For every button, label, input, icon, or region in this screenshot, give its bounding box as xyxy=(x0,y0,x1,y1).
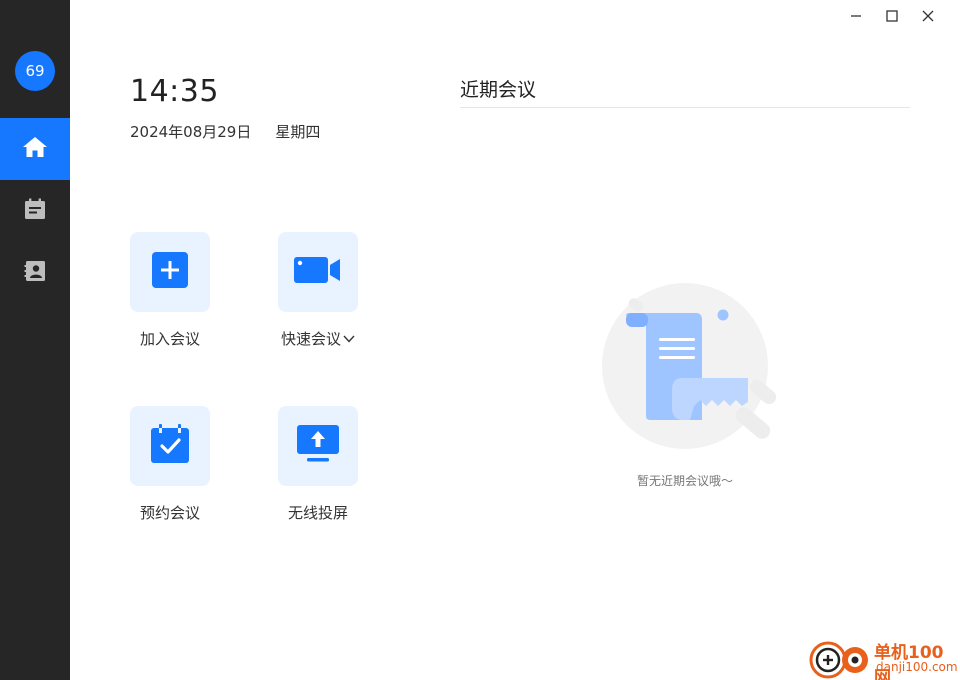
plus-icon xyxy=(152,252,188,292)
date-row: 2024年08月29日 星期四 xyxy=(130,121,320,142)
video-camera-icon xyxy=(294,255,342,289)
screen-cast-button[interactable] xyxy=(278,406,358,486)
chevron-down-icon[interactable] xyxy=(343,330,355,348)
current-date: 2024年08月29日 xyxy=(130,123,252,141)
schedule-meeting-label[interactable]: 预约会议 xyxy=(110,502,230,523)
sidebar-item-contacts[interactable] xyxy=(0,242,70,304)
join-meeting-button[interactable] xyxy=(130,232,210,312)
calendar-check-icon xyxy=(150,424,190,468)
screen-cast-label[interactable]: 无线投屏 xyxy=(258,502,378,523)
quick-meeting-text: 快速会议 xyxy=(280,330,341,348)
empty-state-illustration xyxy=(598,280,782,454)
close-button[interactable] xyxy=(910,4,946,28)
quick-meeting-button[interactable] xyxy=(278,232,358,312)
current-time: 14:35 xyxy=(130,74,219,109)
sidebar-item-schedule[interactable] xyxy=(0,180,70,242)
close-icon xyxy=(922,7,934,26)
watermark: 单机100网 danji100.com xyxy=(808,636,960,680)
schedule-meeting-button[interactable] xyxy=(130,406,210,486)
current-weekday: 星期四 xyxy=(275,123,321,141)
home-icon xyxy=(22,135,48,163)
maximize-button[interactable] xyxy=(874,4,910,28)
watermark-url: danji100.com xyxy=(876,660,958,674)
quick-meeting-label[interactable]: 快速会议 xyxy=(258,328,378,349)
recent-meetings-title: 近期会议 xyxy=(460,79,537,101)
sidebar-item-home[interactable] xyxy=(0,118,70,180)
empty-state-text: 暂无近期会议哦～ xyxy=(636,474,733,488)
join-meeting-label[interactable]: 加入会议 xyxy=(110,328,230,349)
contacts-icon xyxy=(24,260,46,286)
schedule-meeting-text: 预约会议 xyxy=(139,504,200,522)
join-meeting-text: 加入会议 xyxy=(139,330,200,348)
avatar[interactable]: 69 xyxy=(15,51,55,91)
sidebar: 69 xyxy=(0,0,70,680)
window-controls xyxy=(838,4,946,28)
watermark-logo-icon xyxy=(808,641,872,680)
maximize-icon xyxy=(886,7,898,26)
minimize-icon xyxy=(850,7,862,26)
calendar-list-icon xyxy=(24,198,46,224)
divider xyxy=(460,107,910,108)
screen-cast-text: 无线投屏 xyxy=(287,504,348,522)
screen-cast-icon xyxy=(297,425,339,467)
minimize-button[interactable] xyxy=(838,4,874,28)
